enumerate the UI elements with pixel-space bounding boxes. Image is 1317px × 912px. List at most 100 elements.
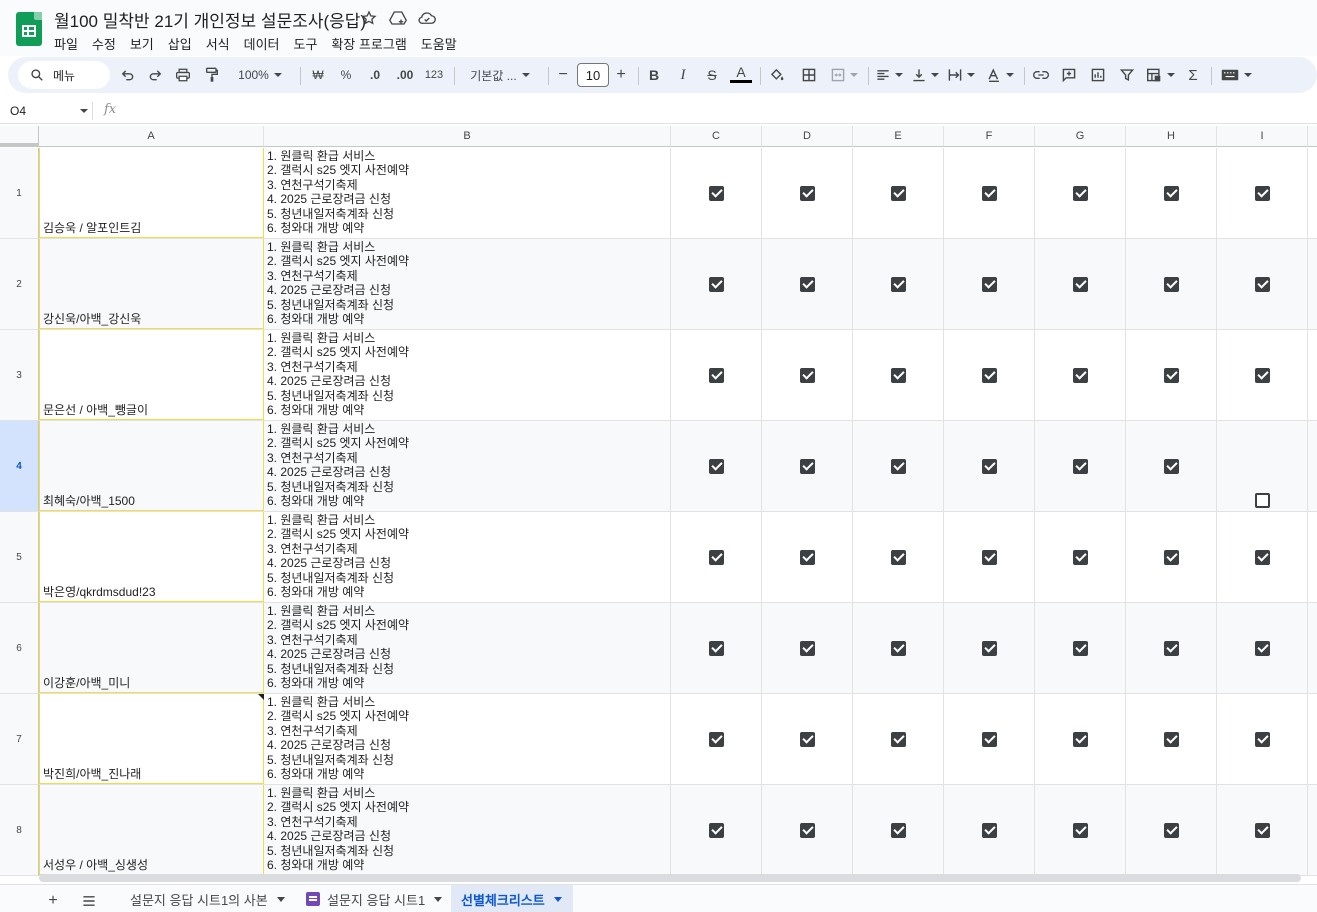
checkbox-checked[interactable] (981, 276, 997, 292)
checkbox-checked[interactable] (708, 822, 724, 838)
italic-button[interactable]: I (673, 63, 693, 87)
all-sheets-icon[interactable] (77, 891, 101, 911)
column-header-a[interactable]: A (39, 126, 264, 147)
horizontal-align-icon[interactable] (874, 63, 904, 87)
percent-button[interactable]: % (336, 63, 356, 87)
strikethrough-button[interactable]: S (702, 63, 722, 87)
font-size-input[interactable]: 10 (577, 63, 609, 87)
checkbox-checked[interactable] (981, 731, 997, 747)
checklist-cell[interactable]: 1. 원클릭 환급 서비스 2. 갤럭시 s25 엣지 사전예약 3. 연천구석기축… (264, 239, 671, 329)
checkbox-checked[interactable] (708, 185, 724, 201)
name-cell[interactable]: 서성우 / 아백_싱생성 (39, 785, 264, 875)
column-header-b[interactable]: B (264, 126, 671, 147)
checkbox-checked[interactable] (799, 185, 815, 201)
number-format-button[interactable]: 123 (422, 63, 446, 87)
checkbox-checked[interactable] (708, 731, 724, 747)
horizontal-scrollbar[interactable] (39, 874, 1301, 882)
column-header-g[interactable]: G (1035, 126, 1126, 147)
name-cell[interactable]: 이강훈/아백_미니 (39, 603, 264, 693)
checkbox-checked[interactable] (890, 822, 906, 838)
checkbox-checked[interactable] (890, 549, 906, 565)
checkbox-checked[interactable] (981, 822, 997, 838)
row-header[interactable]: 2 (0, 239, 39, 330)
checkbox-checked[interactable] (708, 549, 724, 565)
checkbox-checked[interactable] (890, 731, 906, 747)
checkbox-checked[interactable] (1163, 367, 1179, 383)
checklist-cell[interactable]: 1. 원클릭 환급 서비스 2. 갤럭시 s25 엣지 사전예약 3. 연천구석기축… (264, 512, 671, 602)
column-header-f[interactable]: F (944, 126, 1035, 147)
zoom-select[interactable]: 100% (230, 63, 290, 87)
checkbox-checked[interactable] (1072, 458, 1088, 474)
name-cell[interactable]: 최혜숙/아백_1500 (39, 421, 264, 511)
menu-extensions[interactable]: 확장 프로그램 (325, 32, 412, 55)
functions-button[interactable]: Σ (1182, 63, 1204, 87)
checklist-cell[interactable]: 1. 원클릭 환급 서비스 2. 갤럭시 s25 엣지 사전예약 3. 연천구석기축… (264, 694, 671, 784)
checklist-cell[interactable]: 1. 원클릭 환급 서비스 2. 갤럭시 s25 엣지 사전예약 3. 연천구석기축… (264, 421, 671, 511)
checklist-cell[interactable]: 1. 원클릭 환급 서비스 2. 갤럭시 s25 엣지 사전예약 3. 연천구석기축… (264, 785, 671, 875)
chevron-down-icon[interactable] (434, 896, 443, 902)
checkbox-checked[interactable] (708, 367, 724, 383)
checkbox-checked[interactable] (981, 185, 997, 201)
chevron-down-icon[interactable] (553, 896, 562, 902)
checkbox-checked[interactable] (1254, 731, 1270, 747)
move-to-drive-icon[interactable] (389, 9, 407, 27)
insert-chart-icon[interactable] (1087, 63, 1109, 87)
name-cell[interactable]: 박진희/아백_진나래 (39, 694, 264, 784)
checkbox-checked[interactable] (981, 640, 997, 656)
row-header[interactable]: 8 (0, 785, 39, 876)
checkbox-checked[interactable] (1163, 822, 1179, 838)
sheet-grid[interactable]: A B C D E F G H I 1 김승욱 / 알포인트김 1. 원클릭 환급 … (0, 126, 1317, 876)
checkbox-checked[interactable] (981, 458, 997, 474)
filter-views-icon[interactable] (1144, 63, 1176, 87)
checklist-cell[interactable]: 1. 원클릭 환급 서비스 2. 갤럭시 s25 엣지 사전예약 3. 연천구석기축… (264, 330, 671, 420)
checkbox-checked[interactable] (981, 549, 997, 565)
row-header[interactable]: 7 (0, 694, 39, 785)
column-header-j[interactable] (1308, 126, 1317, 147)
menu-format[interactable]: 서식 (200, 32, 236, 55)
print-icon[interactable] (173, 63, 193, 87)
checkbox-checked[interactable] (1254, 640, 1270, 656)
checkbox-unchecked[interactable] (1254, 493, 1270, 508)
name-cell[interactable]: 박은영/qkrdmsdud!23 (39, 512, 264, 602)
document-title[interactable]: 월100 밀착반 21기 개인정보 설문조사(응답) (54, 7, 366, 32)
menu-data[interactable]: 데이터 (238, 32, 286, 55)
menu-view[interactable]: 보기 (124, 32, 160, 55)
checkbox-checked[interactable] (799, 458, 815, 474)
checkbox-checked[interactable] (1254, 367, 1270, 383)
checkbox-checked[interactable] (799, 822, 815, 838)
sheet-tab-checklist[interactable]: 선별체크리스트 (451, 885, 573, 912)
borders-icon[interactable] (798, 63, 820, 87)
row-header[interactable]: 6 (0, 603, 39, 694)
checkbox-checked[interactable] (799, 367, 815, 383)
checklist-cell[interactable]: 1. 원클릭 환급 서비스 2. 갤럭시 s25 엣지 사전예약 3. 연천구석기축… (264, 148, 671, 238)
column-header-c[interactable]: C (671, 126, 762, 147)
column-header-i[interactable]: I (1217, 126, 1308, 147)
chevron-down-icon[interactable] (80, 109, 88, 113)
text-color-button[interactable]: A (730, 63, 752, 83)
checklist-cell[interactable]: 1. 원클릭 환급 서비스 2. 갤럭시 s25 엣지 사전예약 3. 연천구석기축… (264, 603, 671, 693)
checkbox-checked[interactable] (890, 640, 906, 656)
add-sheet-icon[interactable]: + (41, 891, 65, 911)
checkbox-checked[interactable] (890, 458, 906, 474)
checkbox-checked[interactable] (799, 549, 815, 565)
checkbox-checked[interactable] (799, 640, 815, 656)
sheet-tab-responses[interactable]: 설문지 응답 시트1 (296, 885, 452, 912)
column-header-d[interactable]: D (762, 126, 853, 147)
checkbox-checked[interactable] (1072, 276, 1088, 292)
menu-tools[interactable]: 도구 (288, 32, 324, 55)
row-header[interactable]: 1 (0, 148, 39, 239)
insert-comment-icon[interactable] (1058, 63, 1080, 87)
checkbox-checked[interactable] (1163, 640, 1179, 656)
checkbox-checked[interactable] (1163, 731, 1179, 747)
font-select[interactable]: 기본값 ... (460, 63, 540, 87)
row-header[interactable]: 4 (0, 421, 39, 512)
checkbox-checked[interactable] (708, 640, 724, 656)
checkbox-checked[interactable] (708, 276, 724, 292)
row-header[interactable]: 5 (0, 512, 39, 603)
checkbox-checked[interactable] (1072, 640, 1088, 656)
column-header-e[interactable]: E (853, 126, 944, 147)
currency-button[interactable]: ₩ (308, 63, 328, 87)
checkbox-checked[interactable] (1254, 276, 1270, 292)
menu-insert[interactable]: 삽입 (162, 32, 198, 55)
row-header[interactable]: 3 (0, 330, 39, 421)
